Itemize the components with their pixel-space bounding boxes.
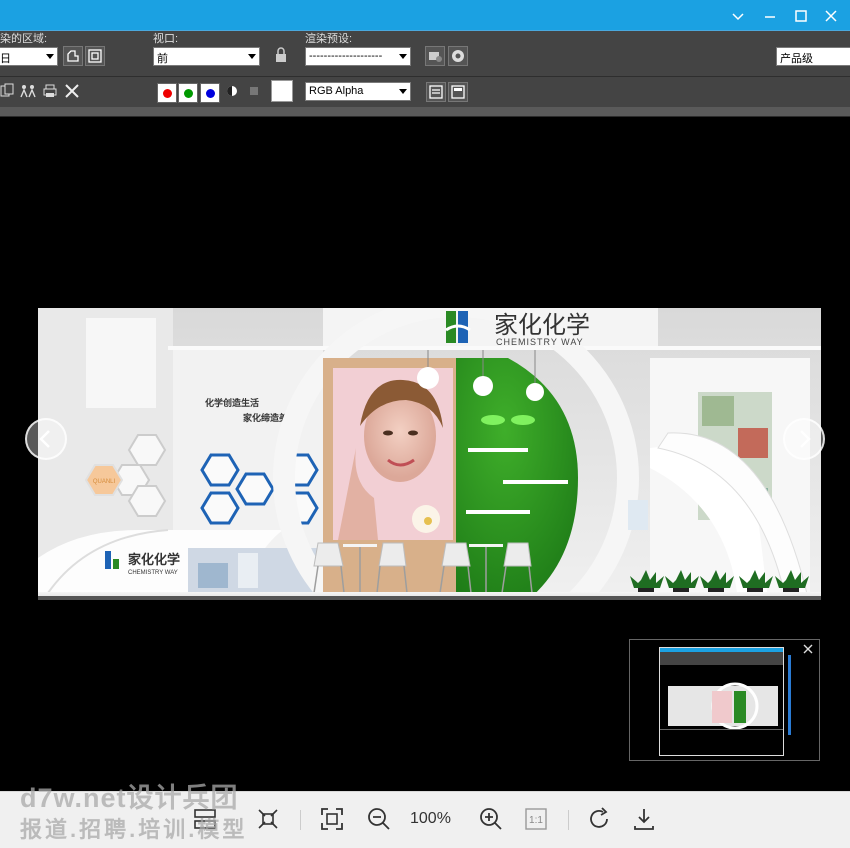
- blue-channel-toggle[interactable]: [200, 83, 220, 103]
- zoom-level: 100%: [410, 810, 451, 827]
- rendered-image: QUANLI 化学创造生活 家化缔造美 家化化学 CHEMISTRY WAY 家…: [38, 308, 821, 600]
- render-preset-value: --------------------: [309, 50, 383, 62]
- edit-region-icon[interactable]: [63, 46, 83, 66]
- mono-icon[interactable]: [248, 85, 260, 100]
- slogan-line-1: 化学创造生活: [205, 397, 259, 408]
- close-icon[interactable]: [821, 6, 841, 26]
- clone-frame-icon[interactable]: [19, 83, 37, 102]
- product-level-value: 产品级: [780, 53, 813, 65]
- desk-brand-cn: 家化化学: [128, 552, 180, 567]
- render-preset-label: 渲染预设:: [305, 33, 353, 45]
- fullscreen-exit-icon[interactable]: [255, 806, 281, 832]
- clear-icon[interactable]: [64, 83, 80, 102]
- download-icon[interactable]: [631, 806, 657, 832]
- previous-image-button[interactable]: [25, 418, 67, 460]
- channel-display-dropdown[interactable]: RGB Alpha: [305, 82, 411, 101]
- fit-window-icon[interactable]: [319, 806, 345, 832]
- render-setup-icon[interactable]: [425, 46, 445, 66]
- actual-size-button[interactable]: 1:1: [523, 806, 549, 832]
- watermark-line-2: 报道.招聘.培训.模型: [20, 817, 248, 842]
- region-dropdown[interactable]: 日: [0, 47, 58, 66]
- copy-image-icon[interactable]: [0, 83, 14, 102]
- render-preset-dropdown[interactable]: --------------------: [305, 47, 411, 66]
- render-toolbar-bottom: RGB Alpha: [0, 76, 850, 107]
- environment-icon[interactable]: [448, 46, 468, 66]
- toolbar-divider: [300, 810, 301, 830]
- red-channel-toggle[interactable]: [157, 83, 177, 103]
- header-brand-cn: 家化化学: [494, 312, 590, 339]
- region-label: 染的区域:: [0, 33, 48, 45]
- title-bar: [0, 0, 850, 31]
- toolbar-separator: [0, 107, 850, 117]
- watermark-line-1: d7w.net设计兵团: [20, 783, 239, 813]
- navigator-panel[interactable]: [629, 639, 820, 761]
- toggle-ui-overlay-icon[interactable]: [426, 82, 446, 102]
- zoom-in-icon[interactable]: [478, 806, 504, 832]
- channel-display-value: RGB Alpha: [309, 85, 364, 97]
- rotate-icon[interactable]: [586, 806, 612, 832]
- green-channel-toggle[interactable]: [178, 83, 198, 103]
- render-frame-window: 染的区域: 日 视口: 前 渲染预设: --------------------…: [0, 0, 850, 848]
- minimize-icon[interactable]: [760, 6, 780, 26]
- toolbar-divider: [568, 810, 569, 830]
- viewport-label: 视口:: [153, 33, 179, 45]
- background-color-swatch[interactable]: [271, 80, 293, 102]
- hex-badge-text: QUANLI: [93, 479, 116, 485]
- zoom-out-icon[interactable]: [366, 806, 392, 832]
- render-toolbar-top: 染的区域: 日 视口: 前 渲染预设: --------------------…: [0, 31, 850, 76]
- auto-region-icon[interactable]: [85, 46, 105, 66]
- product-level-field[interactable]: 产品级: [776, 47, 850, 66]
- desk-brand-en: CHEMISTRY WAY: [128, 570, 178, 576]
- viewport-dropdown[interactable]: 前: [153, 47, 260, 66]
- actual-size-label: 1:1: [529, 815, 543, 826]
- next-image-button[interactable]: [783, 418, 825, 460]
- navigator-thumbnail[interactable]: [659, 647, 784, 756]
- alpha-channel-icon[interactable]: [226, 85, 238, 100]
- toggle-ui-icon[interactable]: [448, 82, 468, 102]
- header-brand-en: CHEMISTRY WAY: [496, 337, 584, 347]
- navigator-close-icon[interactable]: [801, 642, 815, 656]
- collapse-chevron-icon[interactable]: [728, 6, 748, 26]
- navigator-scrollbar[interactable]: [788, 655, 791, 735]
- viewport-value: 前: [157, 53, 168, 65]
- maximize-icon[interactable]: [791, 6, 811, 26]
- print-icon[interactable]: [42, 83, 58, 102]
- lock-icon[interactable]: [274, 47, 288, 66]
